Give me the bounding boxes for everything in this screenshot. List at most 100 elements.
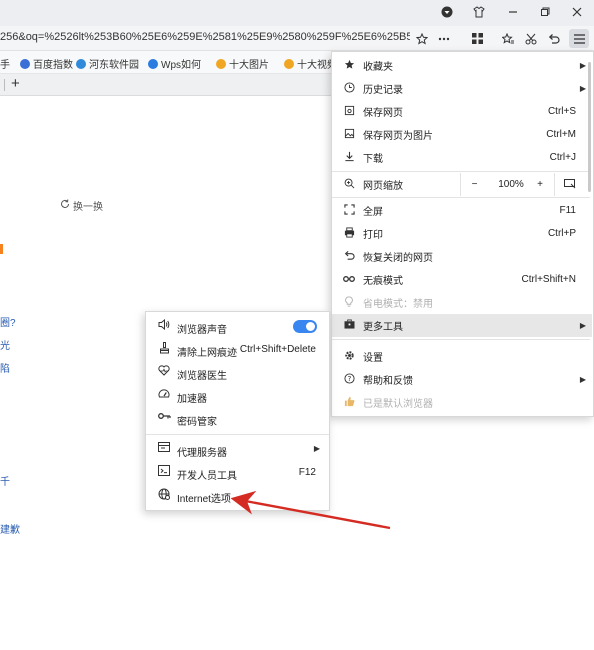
menu-item-label: 网页缩放	[363, 181, 403, 192]
restore-window-icon[interactable]	[532, 2, 558, 22]
submenu-item-browser-sound[interactable]: 浏览器声音	[146, 315, 329, 338]
menu-item-shortcut: Ctrl+J	[549, 152, 576, 163]
help-icon: ?	[342, 372, 356, 387]
menu-item-default-browser: 已是默认浏览器	[332, 391, 592, 414]
more-tools-submenu: 浏览器声音 清除上网痕迹 Ctrl+Shift+Delete 浏览器医生 加速器…	[145, 311, 330, 511]
menu-item-label: 收藏夹	[363, 62, 393, 73]
page-link-fragment[interactable]: 光	[0, 337, 10, 352]
bookmark-item[interactable]: Wps如何	[148, 56, 201, 71]
bookmark-label: 十大图片	[229, 60, 269, 71]
menu-item-help[interactable]: ? 帮助和反馈 ▶	[332, 368, 592, 391]
print-icon	[342, 226, 356, 241]
thumbs-up-icon	[342, 396, 356, 410]
close-icon[interactable]	[564, 2, 590, 22]
zoom-in-button[interactable]: +	[530, 173, 550, 196]
speaker-icon	[157, 318, 171, 333]
top-images-icon	[216, 58, 226, 69]
submenu-item-clear-history[interactable]: 清除上网痕迹 Ctrl+Shift+Delete	[146, 338, 329, 361]
address-bar-row: 256&oq=%2526lt%253B60%25E6%259E%2581%25E…	[0, 26, 594, 51]
main-menu: 收藏夹 ▶ 历史记录 ▶ 保存网页 Ctrl+S 保存网页为图片 Ctrl+M …	[331, 51, 594, 417]
favorites-icon[interactable]	[498, 29, 518, 48]
submenu-item-browser-doctor[interactable]: 浏览器医生	[146, 361, 329, 384]
hedong-icon	[76, 58, 86, 69]
submenu-item-internet-options[interactable]: Internet选项	[146, 484, 329, 507]
incognito-icon	[342, 274, 356, 286]
refresh-link[interactable]: 换一换	[60, 198, 103, 213]
menu-item-download[interactable]: 下载 Ctrl+J	[332, 146, 592, 169]
submenu-item-label: 浏览器声音	[177, 325, 227, 336]
skin-icon[interactable]	[466, 2, 492, 22]
bookmark-label: 百度指数	[33, 60, 73, 71]
menu-item-label: 已是默认浏览器	[363, 399, 433, 410]
menu-item-restore-closed[interactable]: 恢复关闭的网页	[332, 245, 592, 268]
menu-item-label: 保存网页	[363, 108, 403, 119]
bookmark-item[interactable]: 河东软件园	[76, 56, 139, 71]
apps-grid-icon[interactable]	[467, 29, 487, 48]
baidu-index-icon	[20, 58, 30, 69]
menu-item-shortcut: Ctrl+P	[547, 228, 576, 239]
menu-item-save-as-image[interactable]: 保存网页为图片 Ctrl+M	[332, 123, 592, 146]
settings-icon	[342, 350, 356, 364]
submenu-item-label: 开发人员工具	[177, 471, 237, 482]
menu-item-label: 帮助和反馈	[363, 376, 413, 387]
menu-item-shortcut: Ctrl+S	[547, 106, 576, 117]
main-menu-icon[interactable]	[569, 29, 589, 48]
submenu-item-label: 密码管家	[177, 417, 217, 428]
bookmark-item[interactable]: 十大视频	[284, 56, 337, 71]
page-link-fragment[interactable]: 千	[0, 473, 10, 488]
submenu-item-accelerator[interactable]: 加速器	[146, 384, 329, 407]
zoom-out-button[interactable]: −	[460, 173, 488, 196]
menu-item-label: 省电模式：禁用	[363, 299, 433, 310]
feedback-icon[interactable]	[434, 2, 460, 22]
chevron-right-icon: ▶	[579, 375, 586, 384]
submenu-item-proxy-server[interactable]: 代理服务器 ▶	[146, 438, 329, 461]
page-link-fragment[interactable]: 陷	[0, 360, 10, 375]
bulb-icon	[342, 295, 356, 310]
menu-divider	[332, 171, 590, 172]
chevron-right-icon: ▶	[579, 84, 586, 93]
bookmark-item[interactable]: 百度指数	[20, 56, 73, 71]
menu-item-favorites[interactable]: 收藏夹 ▶	[332, 54, 592, 77]
menu-item-label: 全屏	[363, 207, 383, 218]
menu-item-more-tools[interactable]: 更多工具 ▶	[332, 314, 592, 337]
minimize-icon[interactable]	[500, 2, 526, 22]
menu-item-label: 下载	[363, 154, 383, 165]
submenu-item-label: 代理服务器	[177, 448, 227, 459]
submenu-item-developer-tools[interactable]: 开发人员工具 F12	[146, 461, 329, 484]
menu-item-incognito[interactable]: 无痕模式 Ctrl+Shift+N	[332, 268, 592, 291]
new-tab-button[interactable]: +	[11, 75, 20, 92]
top-videos-icon	[284, 58, 294, 69]
screenshot-scissors-icon[interactable]	[521, 29, 541, 48]
menu-item-save-page[interactable]: 保存网页 Ctrl+S	[332, 100, 592, 123]
menu-item-shortcut: Ctrl+M	[546, 129, 576, 140]
menu-item-settings[interactable]: 设置	[332, 345, 592, 368]
menu-item-print[interactable]: 打印 Ctrl+P	[332, 222, 592, 245]
heart-icon	[157, 365, 171, 379]
refresh-icon	[60, 199, 70, 212]
address-input[interactable]: 256&oq=%2526lt%253B60%25E6%259E%2581%25E…	[0, 31, 410, 43]
bookmark-star-icon[interactable]	[412, 29, 432, 48]
bookmark-label: 河东软件园	[89, 60, 139, 71]
bookmark-item[interactable]: 手	[0, 56, 10, 71]
page-link-fragment[interactable]: 圈?	[0, 314, 16, 329]
devtools-icon	[157, 465, 171, 479]
page-link-fragment[interactable]: 建歉	[0, 521, 20, 536]
bookmark-item[interactable]: 十大图片	[216, 56, 269, 71]
tab-divider	[4, 79, 5, 91]
undo-icon[interactable]	[544, 29, 564, 48]
submenu-item-label: 浏览器医生	[177, 371, 227, 382]
refresh-label: 换一换	[73, 202, 103, 213]
submenu-divider	[146, 434, 329, 435]
menu-item-history[interactable]: 历史记录 ▶	[332, 77, 592, 100]
menu-scrollbar[interactable]	[588, 62, 591, 192]
more-icon[interactable]	[434, 29, 454, 48]
menu-item-fullscreen[interactable]: 全屏 F11	[332, 199, 592, 222]
sound-toggle[interactable]	[293, 320, 317, 333]
download-icon	[342, 151, 356, 165]
broom-icon	[157, 342, 171, 357]
chevron-right-icon: ▶	[313, 444, 320, 453]
restore-icon	[342, 250, 356, 264]
zoom-fit-button[interactable]	[554, 173, 584, 196]
submenu-item-shortcut: Ctrl+Shift+Delete	[239, 344, 316, 355]
submenu-item-password-manager[interactable]: 密码管家	[146, 407, 329, 430]
